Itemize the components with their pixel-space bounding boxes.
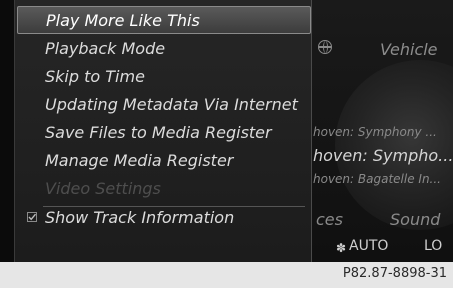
menu-item-updating-metadata[interactable]: Updating Metadata Via Internet [15,91,313,119]
climate-level: LO [424,238,443,254]
figure-code: P82.87-8898-31 [342,266,447,281]
menu-item-label: Show Track Information [45,208,235,227]
options-menu: Play More Like This Playback Mode Skip t… [14,0,312,262]
sound-menu-item[interactable]: Sound [390,210,440,229]
media-screen: Vehicle hoven: Symphony ... hoven: Symph… [0,0,453,262]
globe-icon [318,40,332,54]
menu-item-playback-mode[interactable]: Playback Mode [15,35,313,63]
vehicle-tab-label[interactable]: Vehicle [380,40,438,59]
menu-item-label: Save Files to Media Register [45,123,272,142]
menu-item-label: Skip to Time [45,67,145,86]
track-title-previous: hoven: Symphony ... [313,125,437,139]
menu-item-label: Play More Like This [46,11,200,30]
fan-icon: ✽ [336,241,347,255]
menu-item-show-track-information[interactable]: Show Track Information [15,204,313,232]
menu-item-skip-to-time[interactable]: Skip to Time [15,63,313,91]
climate-mode: AUTO [349,238,389,254]
menu-item-play-more-like-this[interactable]: Play More Like This [17,6,311,34]
menu-item-video-settings: Video Settings [15,175,313,203]
menu-item-label: Manage Media Register [45,151,234,170]
checkbox-checked-icon[interactable] [27,212,37,222]
menu-item-label: Video Settings [45,179,161,198]
menu-item-label: Playback Mode [45,39,166,58]
menu-item-label: Updating Metadata Via Internet [45,95,298,114]
track-title-next: hoven: Bagatelle In... [313,172,441,186]
menu-item-save-files[interactable]: Save Files to Media Register [15,119,313,147]
services-menu-item[interactable]: ces [316,210,343,229]
track-title-current: hoven: Sympho... [313,146,453,165]
menu-item-manage-media-register[interactable]: Manage Media Register [15,147,313,175]
